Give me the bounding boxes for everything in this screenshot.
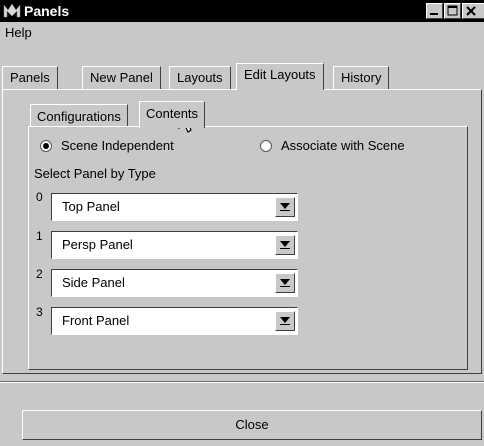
dropdown-arrow-button[interactable] <box>275 197 295 217</box>
panel-dropdown-1[interactable]: Persp Panel <box>51 231 298 259</box>
chevron-down-icon <box>280 279 290 287</box>
panel-value-0: Top Panel <box>62 199 120 214</box>
chevron-down-icon <box>280 241 290 249</box>
radio-scene-independent[interactable]: Scene Independent <box>40 138 174 153</box>
panel-dropdown-0[interactable]: Top Panel <box>51 193 298 221</box>
title-bar[interactable]: Panels <box>0 0 484 22</box>
radio-scene-independent-label: Scene Independent <box>61 138 174 153</box>
panel-index-2: 2 <box>36 267 43 281</box>
minimize-button[interactable] <box>426 3 443 19</box>
dropdown-arrow-button[interactable] <box>275 311 295 331</box>
tab-new-panel[interactable]: New Panel <box>82 66 161 91</box>
tab-layouts[interactable]: Layouts <box>169 66 231 91</box>
chevron-down-icon <box>280 317 290 325</box>
select-panel-label: Select Panel by Type <box>34 166 156 181</box>
chevron-down-icon <box>280 203 290 211</box>
dropdown-arrow-button[interactable] <box>275 273 295 293</box>
radio-associate-label: Associate with Scene <box>281 138 405 153</box>
tab-configurations[interactable]: Configurations <box>30 104 128 128</box>
radio-unselected-icon <box>260 139 272 152</box>
close-icon <box>466 6 476 16</box>
maximize-button[interactable] <box>444 3 461 19</box>
menu-help[interactable]: Help <box>5 25 32 40</box>
tab-panels[interactable]: Panels <box>2 66 58 91</box>
panel-index-0: 0 <box>36 190 43 204</box>
radio-selected-icon <box>40 139 52 152</box>
panel-value-1: Persp Panel <box>62 237 133 252</box>
minimize-icon <box>430 13 438 15</box>
maximize-icon <box>447 5 458 16</box>
tab-edit-layouts[interactable]: Edit Layouts <box>236 63 324 90</box>
radio-associate-with-scene[interactable]: Associate with Scene <box>260 138 405 153</box>
menu-bar: Help <box>0 22 484 44</box>
panel-index-1: 1 <box>36 229 43 243</box>
dropdown-arrow-button[interactable] <box>275 235 295 255</box>
separator <box>0 381 484 383</box>
tab-history[interactable]: History <box>333 66 390 91</box>
window-title: Panels <box>24 3 70 19</box>
panel-dropdown-3[interactable]: Front Panel <box>51 307 298 335</box>
tab-contents[interactable]: Contents <box>139 101 206 128</box>
panel-index-3: 3 <box>36 305 43 319</box>
panel-value-3: Front Panel <box>62 313 130 328</box>
maya-icon <box>3 2 21 19</box>
panel-value-2: Side Panel <box>62 275 125 290</box>
panels-window: Panels Help Panels New Panel Layouts Edi… <box>0 0 484 446</box>
close-window-button[interactable] <box>462 3 484 19</box>
panel-dropdown-2[interactable]: Side Panel <box>51 269 298 297</box>
close-button[interactable]: Close <box>22 410 482 440</box>
